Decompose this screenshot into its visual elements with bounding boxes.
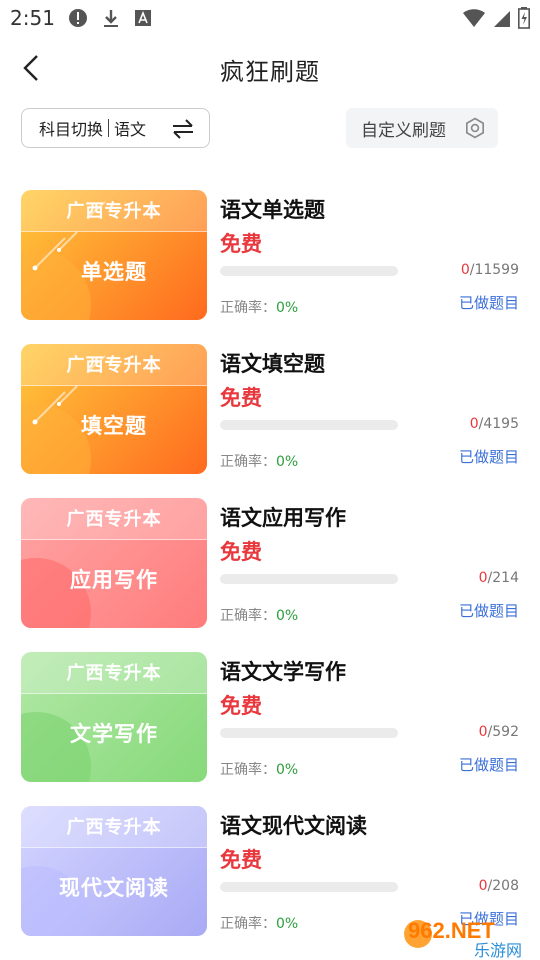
signal-icon (492, 8, 512, 32)
progress-bar (220, 266, 398, 276)
card-name: 现代文阅读 (59, 876, 169, 900)
progress-bar (220, 574, 398, 584)
item-title[interactable]: 语文单选题 (220, 194, 325, 224)
font-icon (134, 9, 152, 31)
status-icons-left (68, 8, 152, 32)
card-tag: 广西专升本 (66, 817, 162, 838)
category-card[interactable]: 广西专升本 单选题 (21, 190, 207, 320)
wifi-icon (462, 8, 486, 32)
custom-practice-label: 自定义刷题 (361, 120, 446, 141)
page-title: 疯狂刷题 (220, 58, 320, 86)
accuracy-label: 正确率： (220, 454, 276, 470)
download-icon (102, 8, 120, 32)
question-count: 0/208 (479, 878, 519, 894)
gear-icon (464, 117, 486, 143)
list-item[interactable]: 广西专升本 填空题 语文填空题 免费 0/4195 正确率：0% 已做题目 (0, 344, 540, 476)
list-item[interactable]: 广西专升本 文学写作 语文文学写作 免费 0/592 正确率：0% 已做题目 (0, 652, 540, 784)
item-price: 免费 (220, 386, 262, 410)
item-title[interactable]: 语文文学写作 (220, 656, 346, 686)
watermark-logo: 962.NET 乐游网 (400, 908, 540, 960)
status-bar: 2:51 (0, 0, 540, 36)
item-price: 免费 (220, 848, 262, 872)
accuracy-label: 正确率： (220, 608, 276, 624)
card-tag: 广西专升本 (66, 355, 162, 376)
accuracy: 正确率：0% (220, 759, 298, 779)
accuracy-value: 0% (276, 916, 299, 932)
category-card[interactable]: 广西专升本 文学写作 (21, 652, 207, 782)
list-item[interactable]: 广西专升本 单选题 语文单选题 免费 0/11599 正确率：0% 已做题目 (0, 190, 540, 322)
accuracy: 正确率：0% (220, 605, 298, 625)
accuracy-value: 0% (276, 454, 299, 470)
done-questions-link[interactable]: 已做题目 (459, 446, 519, 467)
accuracy-value: 0% (276, 762, 299, 778)
watermark-sub: 乐游网 (474, 941, 522, 960)
accuracy-label: 正确率： (220, 300, 276, 316)
category-card[interactable]: 广西专升本 填空题 (21, 344, 207, 474)
card-name: 填空题 (81, 414, 147, 438)
total-count: /592 (487, 724, 519, 740)
card-name: 应用写作 (70, 568, 158, 592)
accuracy: 正确率：0% (220, 913, 298, 933)
card-name: 文学写作 (70, 722, 158, 746)
watermark-brand: 962.NET (408, 918, 495, 943)
item-price: 免费 (220, 540, 262, 564)
card-name: 单选题 (81, 260, 147, 284)
list-item[interactable]: 广西专升本 应用写作 语文应用写作 免费 0/214 正确率：0% 已做题目 (0, 498, 540, 630)
accuracy-label: 正确率： (220, 762, 276, 778)
category-card[interactable]: 广西专升本 应用写作 (21, 498, 207, 628)
progress-bar (220, 420, 398, 430)
status-time: 2:51 (10, 6, 55, 30)
header: 疯狂刷题 (0, 44, 540, 92)
progress-bar (220, 728, 398, 738)
item-title[interactable]: 语文应用写作 (220, 502, 346, 532)
accuracy: 正确率：0% (220, 451, 298, 471)
item-title[interactable]: 语文现代文阅读 (220, 810, 367, 840)
accuracy-value: 0% (276, 608, 299, 624)
progress-bar (220, 882, 398, 892)
accuracy-value: 0% (276, 300, 299, 316)
divider (108, 119, 110, 137)
done-questions-link[interactable]: 已做题目 (459, 292, 519, 313)
done-count: 0 (478, 724, 488, 740)
custom-practice-button[interactable]: 自定义刷题 (346, 108, 498, 148)
card-tag: 广西专升本 (66, 509, 162, 530)
battery-icon (518, 7, 530, 33)
done-count: 0 (478, 570, 488, 586)
total-count: /208 (487, 878, 519, 894)
swap-arrows-icon (171, 118, 195, 144)
done-questions-link[interactable]: 已做题目 (459, 600, 519, 621)
item-price: 免费 (220, 694, 262, 718)
done-questions-link[interactable]: 已做题目 (459, 754, 519, 775)
status-icons-right (462, 7, 530, 33)
category-card[interactable]: 广西专升本 现代文阅读 (21, 806, 207, 936)
subject-switch-button[interactable]: 科目切换 语文 (21, 108, 210, 148)
total-count: /4195 (478, 416, 519, 432)
card-tag: 广西专升本 (66, 201, 162, 222)
question-count: 0/4195 (470, 416, 519, 432)
item-price: 免费 (220, 232, 262, 256)
alert-icon (68, 8, 88, 32)
card-tag: 广西专升本 (66, 663, 162, 684)
current-subject: 语文 (114, 120, 147, 139)
question-count: 0/11599 (461, 262, 519, 278)
accuracy-label: 正确率： (220, 916, 276, 932)
done-count: 0 (469, 416, 479, 432)
subject-switch-label: 科目切换 (39, 120, 104, 139)
done-count: 0 (478, 878, 488, 894)
done-count: 0 (460, 262, 470, 278)
question-count: 0/592 (479, 724, 519, 740)
item-title[interactable]: 语文填空题 (220, 348, 325, 378)
total-count: /214 (487, 570, 519, 586)
total-count: /11599 (469, 262, 519, 278)
accuracy: 正确率：0% (220, 297, 298, 317)
question-count: 0/214 (479, 570, 519, 586)
